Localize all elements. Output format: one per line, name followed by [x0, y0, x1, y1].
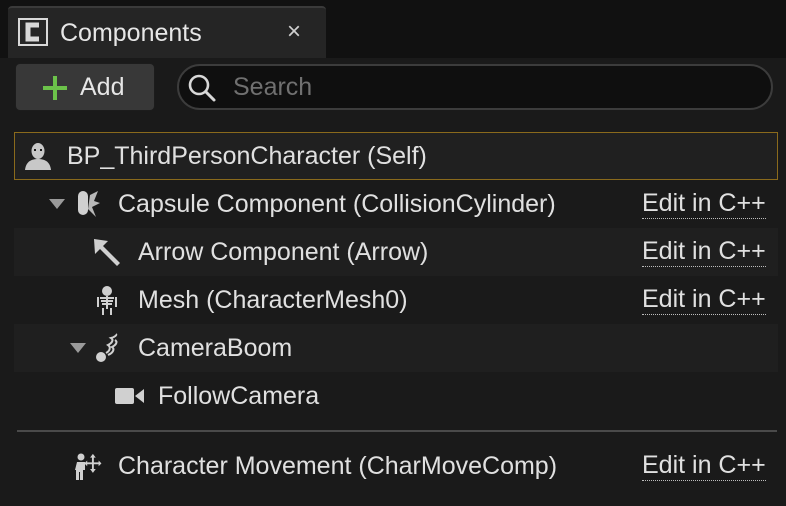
tree-item-label: BP_ThirdPersonCharacter (Self) — [67, 142, 427, 170]
tree-item-label: Character Movement (CharMoveComp) — [118, 452, 558, 480]
edit-in-cpp-link[interactable]: Edit in C++ — [642, 188, 766, 219]
arrow-icon — [94, 239, 120, 266]
tree-row-cameraboom[interactable]: CameraBoom — [14, 324, 778, 372]
add-component-button[interactable]: Add — [15, 63, 155, 111]
blueprint-class-icon — [18, 18, 48, 46]
edit-in-cpp-link[interactable]: Edit in C++ — [642, 236, 766, 267]
chevron-down-icon[interactable] — [47, 194, 67, 214]
tab-strip: Components × — [0, 0, 786, 58]
chevron-down-icon[interactable] — [68, 338, 88, 358]
search-input[interactable] — [233, 70, 753, 104]
edit-in-cpp-link[interactable]: Edit in C++ — [642, 284, 766, 315]
skeleton-icon — [97, 286, 117, 315]
tab-title: Components — [60, 19, 202, 47]
movement-icon — [75, 453, 102, 480]
tree-item-label: Arrow Component (Arrow) — [138, 238, 429, 266]
capsule-icon — [78, 191, 100, 217]
toolbar: Add — [0, 58, 786, 118]
search-box[interactable] — [177, 64, 773, 110]
tree-row-arrow[interactable]: Arrow Component (Arrow) Edit in C++ — [14, 228, 778, 276]
tree-row-capsule[interactable]: Capsule Component (CollisionCylinder) Ed… — [14, 180, 778, 228]
edit-in-cpp-link[interactable]: Edit in C++ — [642, 450, 766, 481]
close-icon[interactable]: × — [278, 16, 310, 48]
tree-row-followcamera[interactable]: FollowCamera — [14, 372, 778, 420]
section-divider — [17, 430, 777, 432]
plus-icon — [43, 76, 67, 100]
add-button-label: Add — [80, 73, 125, 101]
tree-item-label: Capsule Component (CollisionCylinder) — [118, 190, 556, 218]
components-panel: Components × Add Search BP_ThirdPersonCh… — [0, 0, 786, 506]
tree-item-label: CameraBoom — [138, 334, 293, 362]
tree-row-movement[interactable]: Character Movement (CharMoveComp) Edit i… — [14, 442, 778, 490]
search-icon — [188, 74, 216, 102]
character-icon — [25, 143, 51, 170]
tree-row-mesh[interactable]: Mesh (CharacterMesh0) Edit in C++ — [14, 276, 778, 324]
spring-arm-icon — [96, 333, 118, 362]
tree-item-label: Mesh (CharacterMesh0) — [138, 286, 408, 314]
tree-item-label: FollowCamera — [158, 382, 320, 410]
camera-icon — [115, 388, 144, 404]
tree-row-root[interactable]: BP_ThirdPersonCharacter (Self) — [14, 132, 778, 180]
tab-components[interactable]: Components × — [8, 6, 326, 58]
